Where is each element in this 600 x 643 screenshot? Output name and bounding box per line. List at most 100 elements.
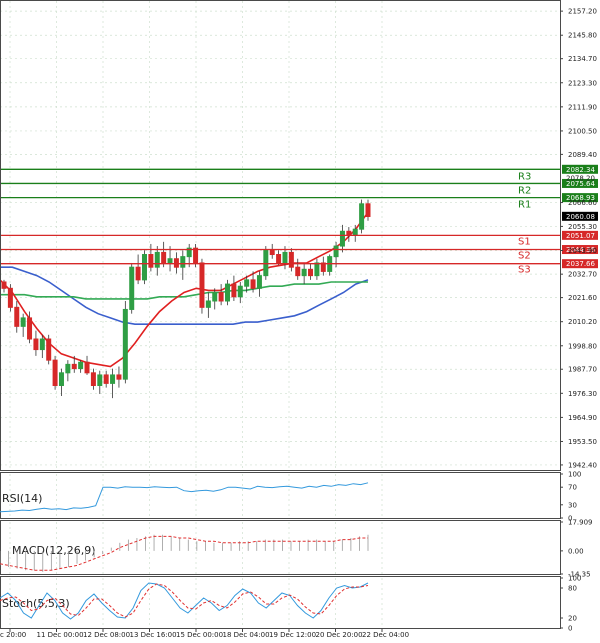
time-tick-label: 12 Dec 08:00	[83, 631, 130, 639]
candle-body	[141, 254, 147, 281]
price-tick-label: 2055.30	[568, 223, 597, 231]
price-tick-label: 2123.30	[568, 79, 597, 87]
price-chart: R32082.34R22075.64R12068.93S12051.07S220…	[0, 0, 600, 643]
candle-body	[39, 338, 45, 351]
candle-body	[263, 249, 269, 277]
candle-body	[288, 251, 294, 268]
time-tick-label: 19 Dec 12:00	[269, 631, 316, 639]
candle-body	[110, 374, 116, 384]
candle-body	[282, 251, 288, 264]
candle-body	[212, 292, 218, 302]
price-tick-label: 2100.50	[568, 127, 597, 135]
indicator-tick-label: 100	[568, 471, 581, 479]
candle	[129, 262, 135, 314]
level-value-s3: 2037.66	[566, 260, 595, 268]
indicator-name: RSI(14)	[2, 492, 42, 505]
time-axis: c 20:00 11 Dec 00:00 12 Dec 08:00 13 Dec 16…	[0, 629, 409, 639]
candle	[141, 250, 147, 285]
candle-body	[116, 374, 122, 380]
price-tick-label: 1998.80	[568, 342, 597, 350]
price-tick-label: 2032.70	[568, 271, 597, 279]
price-tick-label: 2157.20	[568, 8, 597, 16]
candle-body	[199, 262, 205, 308]
price-tick-hidden: 2078.20	[566, 175, 595, 183]
candle-body	[161, 251, 167, 264]
candle-body	[308, 268, 314, 277]
level-name-s2: S2	[518, 251, 531, 262]
time-tick-label: 13 Dec 16:00	[130, 631, 177, 639]
candle-body	[90, 372, 96, 386]
candle-body	[154, 251, 160, 268]
candle-body	[33, 338, 39, 351]
candle-body	[173, 258, 179, 268]
candle-body	[180, 256, 186, 268]
candle-body	[7, 287, 13, 308]
candle	[359, 199, 365, 234]
candle-body	[27, 317, 33, 340]
candle-body	[14, 306, 20, 327]
price-tick-label: 2145.80	[568, 32, 597, 40]
candle-body	[52, 359, 58, 386]
candle	[199, 258, 205, 314]
candle-body	[339, 230, 345, 247]
time-tick-label: 20 Dec 20:00	[316, 631, 363, 639]
price-tick-label: 1964.90	[568, 414, 597, 422]
price-tick-label: 1953.50	[568, 438, 597, 446]
candle-body	[65, 363, 71, 374]
indicator-tick-label: 20	[568, 615, 577, 623]
candle-body	[135, 266, 141, 281]
candle-body	[225, 283, 231, 302]
candle	[263, 246, 269, 280]
candle	[225, 279, 231, 306]
price-tick-label: 1942.40	[568, 461, 597, 469]
price-tick-label: 2066.60	[568, 199, 597, 207]
candle-body	[295, 266, 301, 277]
candle-body	[71, 363, 77, 370]
level-value-r3: 2082.34	[566, 166, 595, 174]
candle-body	[205, 300, 211, 308]
price-tick-label: 1976.30	[568, 390, 597, 398]
level-name-s3: S3	[518, 265, 531, 276]
time-tick-label: 15 Dec 00:00	[176, 631, 223, 639]
candle-body	[97, 374, 103, 386]
time-tick-label: c 20:00	[0, 631, 26, 639]
candle-body	[256, 275, 262, 289]
indicator-tick-label: 80	[568, 585, 577, 593]
level-value-s1: 2051.07	[566, 232, 595, 240]
indicator-tick-label: 0	[568, 625, 572, 633]
candle-body	[301, 268, 307, 277]
candle-body	[122, 308, 128, 380]
level-name-r3: R3	[518, 171, 531, 182]
candle-body	[250, 279, 256, 289]
price-tick-label: 2111.90	[568, 103, 597, 111]
indicator-tick-label: 17.909	[568, 519, 593, 527]
candle-body	[269, 249, 275, 256]
candle-body	[333, 245, 339, 258]
candle	[52, 355, 58, 390]
last-price-label: 2060.08	[566, 213, 595, 221]
candle-body	[148, 254, 154, 268]
price-tick-label: 2043.90	[568, 247, 597, 255]
candle-body	[1, 281, 7, 289]
indicator-tick-label: 30	[568, 501, 577, 509]
candle-body	[244, 279, 250, 287]
last-price-marker: 2060.08	[562, 211, 598, 221]
candle	[46, 334, 52, 365]
candle-body	[218, 292, 224, 302]
time-tick-label: 18 Dec 04:00	[223, 631, 270, 639]
price-tick-label: 2021.60	[568, 294, 597, 302]
indicator-name: MACD(12,26,9)	[12, 544, 96, 557]
candle-body	[314, 262, 320, 277]
candle	[122, 300, 128, 384]
candle-body	[103, 374, 109, 384]
candle-body	[84, 361, 90, 374]
candle	[7, 284, 13, 312]
candle-body	[276, 254, 282, 264]
candle-body	[365, 203, 371, 217]
candle-body	[58, 372, 64, 386]
candle-body	[46, 338, 52, 361]
level-name-r1: R1	[518, 200, 531, 211]
level-name-s1: S1	[518, 236, 531, 247]
candle-body	[352, 228, 358, 236]
indicator-tick-label: 0.00	[568, 547, 584, 555]
